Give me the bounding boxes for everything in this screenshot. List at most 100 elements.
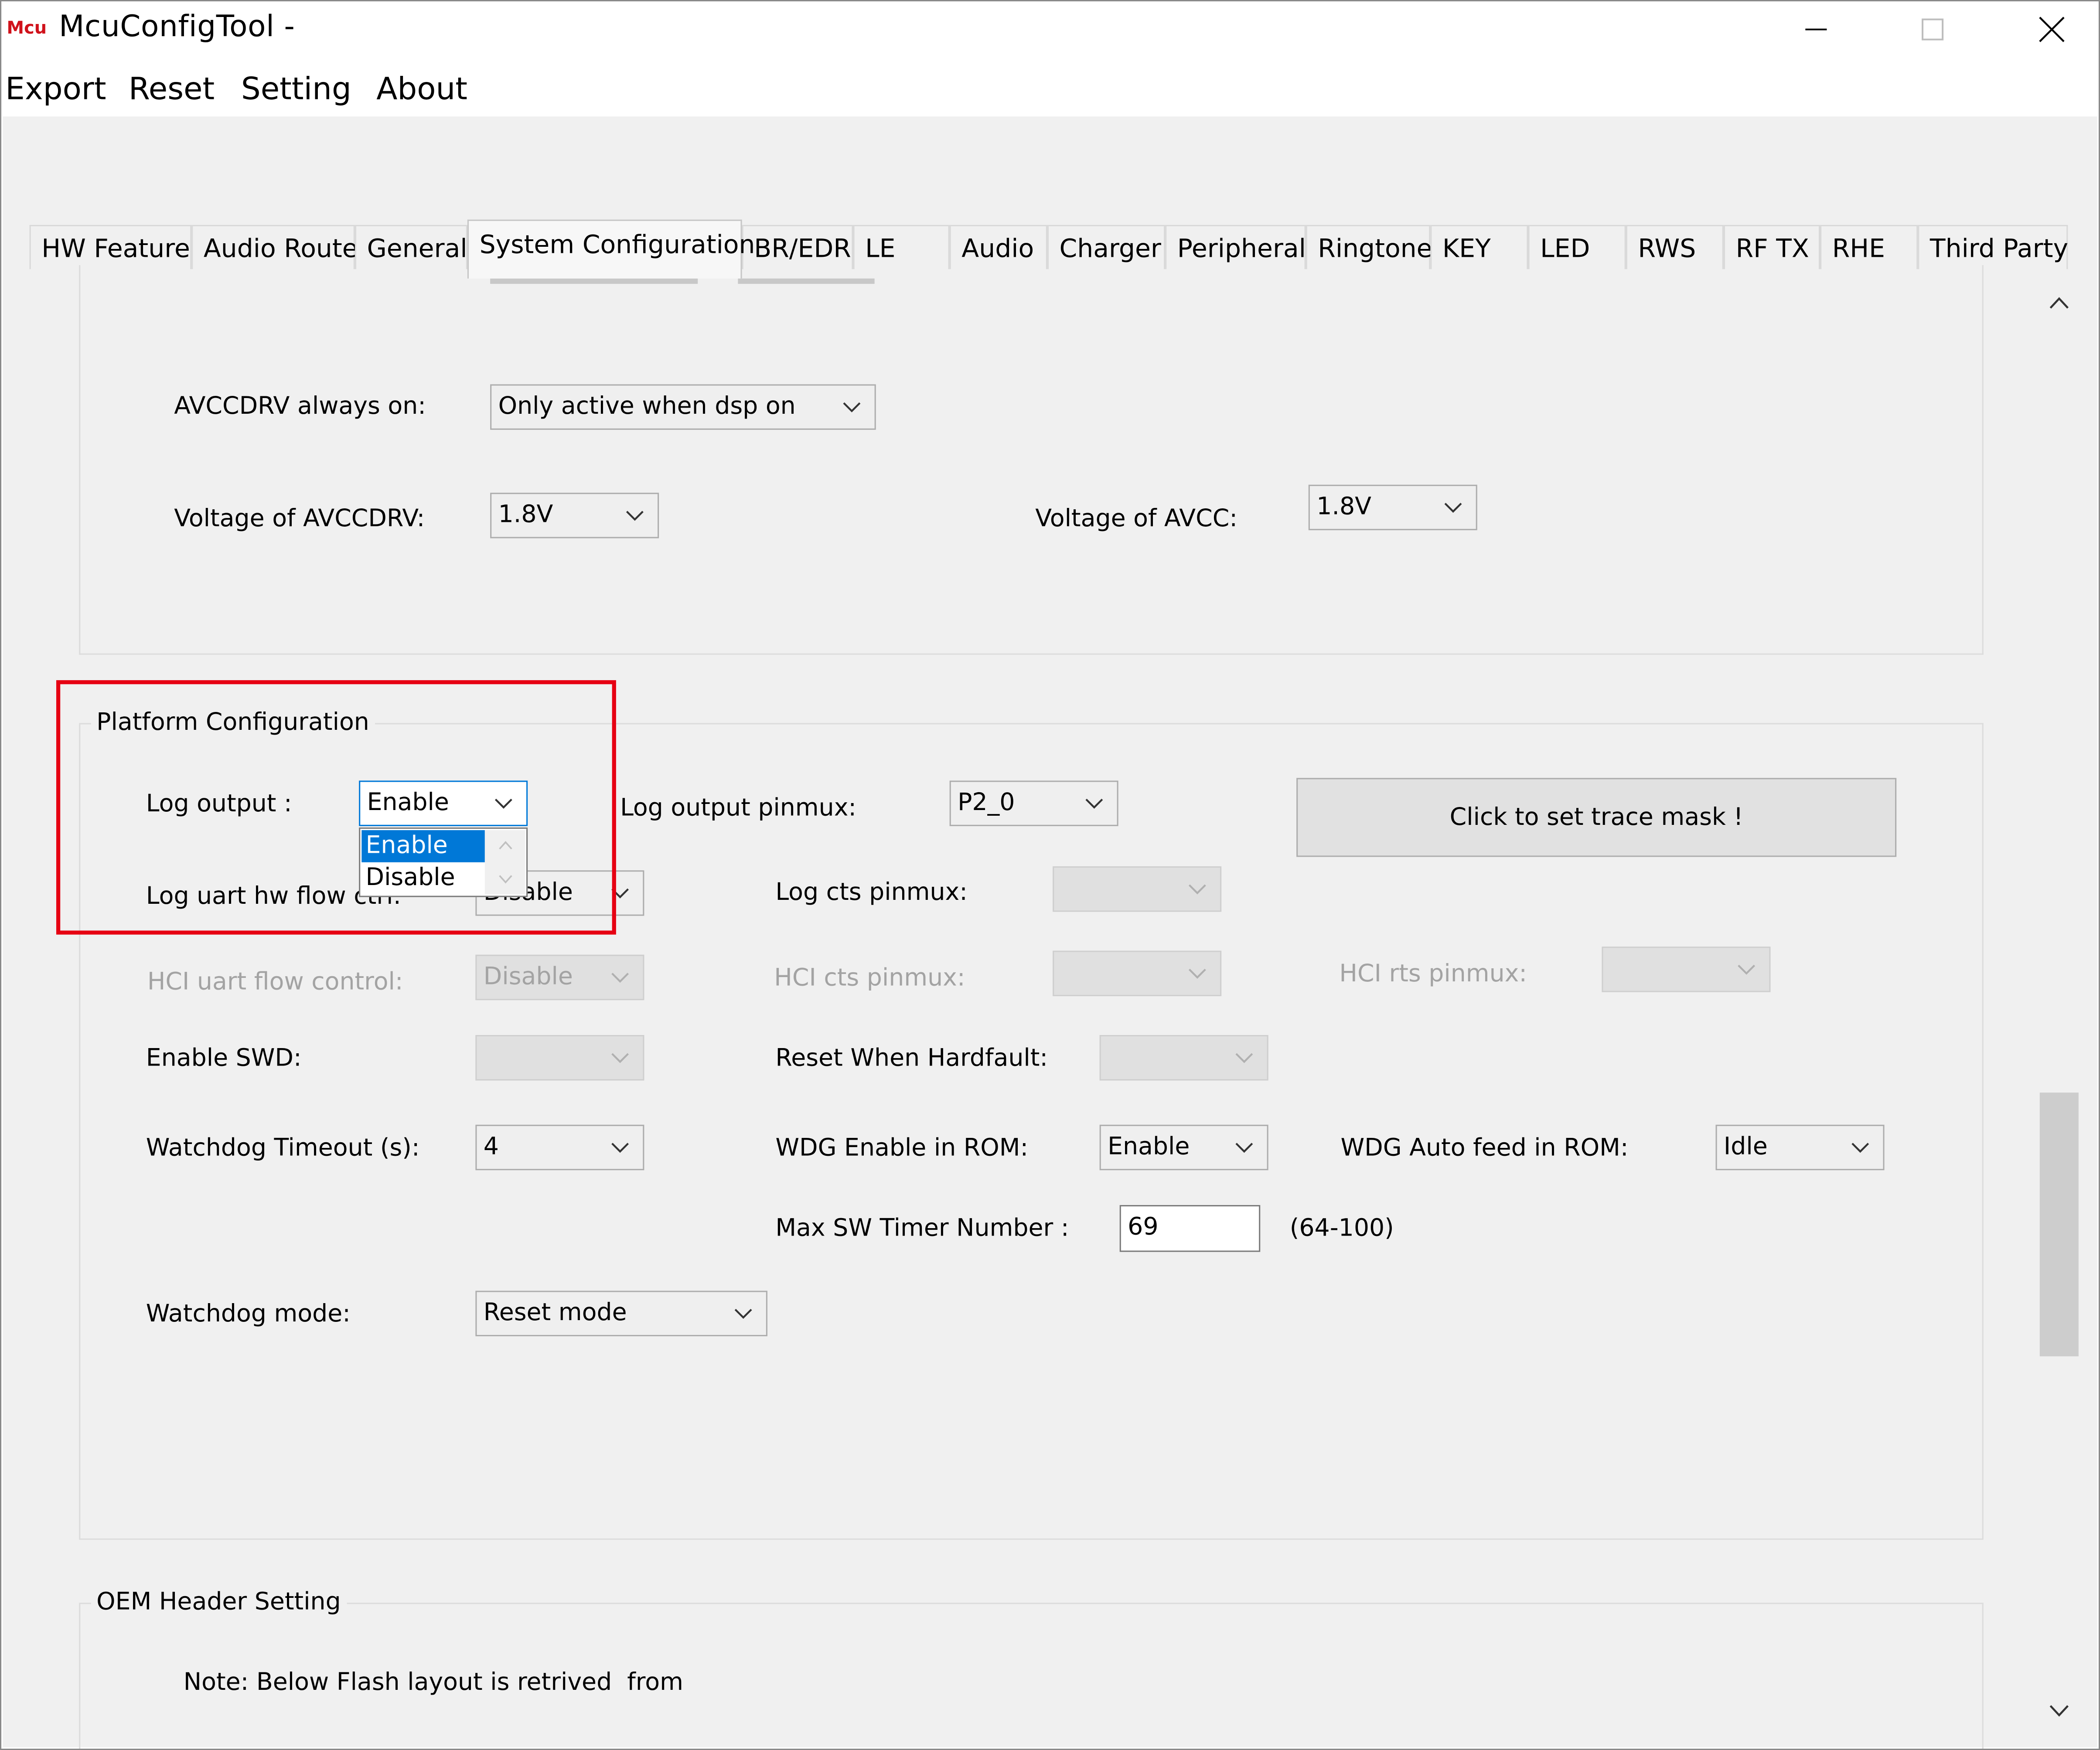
tab-hw-feature[interactable]: HW Feature — [29, 225, 192, 271]
tab-led[interactable]: LED — [1528, 225, 1626, 271]
app-logo-icon: Mcu — [7, 18, 47, 38]
chevron-down-icon — [611, 973, 629, 983]
menu-export[interactable]: Export — [5, 72, 106, 107]
chevron-down-icon — [1085, 798, 1103, 809]
hci-rts-pinmux-label: HCI rts pinmux: — [1339, 960, 1527, 988]
voltage-avcc-value: 1.8V — [1316, 493, 1372, 521]
close-icon — [2039, 17, 2065, 42]
hci-uart-flow-select[interactable]: Disable — [475, 954, 644, 1001]
menu-setting[interactable]: Setting — [241, 72, 351, 107]
log-output-option-enable[interactable]: Enable — [361, 830, 485, 862]
chevron-down-icon — [611, 1143, 629, 1153]
tab-third-party[interactable]: Third Party — [1918, 225, 2068, 271]
log-output-option-disable[interactable]: Disable — [361, 862, 485, 895]
max-sw-timer-input[interactable]: 69 — [1119, 1205, 1261, 1252]
scroll-down-arrow-icon — [499, 875, 512, 884]
wdg-enable-rom-value: Enable — [1108, 1133, 1190, 1161]
app-window: Mcu McuConfigTool - Export Reset Setting… — [0, 0, 2100, 1750]
enable-swd-select[interactable] — [475, 1035, 644, 1081]
log-output-label: Log output : — [146, 790, 292, 818]
avccdrv-always-on-value: Only active when dsp on — [498, 392, 796, 421]
chevron-down-icon — [626, 511, 644, 521]
avccdrv-always-on-label: AVCCDRV always on: — [174, 392, 426, 421]
tab-peripheral[interactable]: Peripheral — [1165, 225, 1306, 271]
log-output-pinmux-select[interactable]: P2_0 — [949, 780, 1118, 826]
watchdog-mode-label: Watchdog mode: — [146, 1300, 351, 1328]
wdg-auto-feed-select[interactable]: Idle — [1715, 1124, 1885, 1171]
tab-charger[interactable]: Charger — [1047, 225, 1166, 271]
hci-rts-pinmux-select[interactable] — [1602, 946, 1771, 992]
log-cts-pinmux-label: Log cts pinmux: — [775, 878, 968, 907]
chevron-down-icon — [1235, 1053, 1253, 1063]
oem-header-title: OEM Header Setting — [91, 1588, 347, 1616]
oem-header-note: Note: Below Flash layout is retrived fro… — [183, 1668, 684, 1697]
log-output-pinmux-value: P2_0 — [958, 788, 1015, 817]
reset-hardfault-select[interactable] — [1099, 1035, 1268, 1081]
chevron-down-icon — [734, 1309, 752, 1319]
tab-ringtone[interactable]: Ringtone — [1306, 225, 1432, 271]
chevron-down-icon — [1188, 968, 1206, 979]
tab-audio-route[interactable]: Audio Route — [191, 225, 358, 271]
menu-about[interactable]: About — [376, 72, 467, 107]
chevron-down-icon — [1444, 503, 1462, 513]
enable-swd-label: Enable SWD: — [146, 1044, 302, 1072]
voltage-avccdrv-value: 1.8V — [498, 500, 553, 529]
chevron-down-icon — [843, 402, 861, 412]
wdg-auto-feed-label: WDG Auto feed in ROM: — [1340, 1134, 1629, 1162]
tab-rf-tx[interactable]: RF TX — [1723, 225, 1820, 271]
tab-rws[interactable]: RWS — [1626, 225, 1724, 271]
vertical-scrollbar[interactable] — [2038, 281, 2079, 1734]
scroll-up-arrow-icon[interactable] — [2049, 296, 2069, 310]
max-sw-timer-range: (64-100) — [1289, 1214, 1394, 1243]
scrollbar-thumb[interactable] — [2039, 1093, 2079, 1357]
close-button[interactable] — [2022, 8, 2081, 51]
minimize-icon — [1805, 28, 1827, 31]
tab-rhe[interactable]: RHE — [1820, 225, 1918, 271]
hci-uart-flow-value: Disable — [483, 963, 573, 991]
voltage-avcc-select[interactable]: 1.8V — [1308, 484, 1477, 531]
scroll-up-arrow-icon — [499, 841, 512, 850]
reset-hardfault-label: Reset When Hardfault: — [775, 1044, 1048, 1072]
watchdog-timeout-select[interactable]: 4 — [475, 1124, 644, 1171]
hci-cts-pinmux-select[interactable] — [1053, 950, 1222, 996]
watchdog-timeout-value: 4 — [483, 1133, 499, 1161]
chevron-down-icon — [1235, 1143, 1253, 1153]
avccdrv-always-on-select[interactable]: Only active when dsp on — [490, 384, 876, 430]
chevron-down-icon — [611, 888, 629, 899]
platform-config-title: Platform Configuration — [91, 708, 375, 737]
log-output-dropdown-list: Enable Disable — [359, 827, 528, 897]
log-cts-pinmux-select[interactable] — [1053, 866, 1222, 912]
voltage-avccdrv-select[interactable]: 1.8V — [490, 493, 659, 538]
power-group-box — [79, 265, 1984, 655]
minimize-button[interactable] — [1786, 8, 1845, 51]
tab-br-edr[interactable]: BR/EDR — [742, 225, 853, 271]
trace-mask-button[interactable]: Click to set trace mask ! — [1296, 778, 1897, 857]
chevron-down-icon — [1738, 964, 1756, 975]
chevron-down-icon — [1188, 884, 1206, 895]
wdg-auto-feed-value: Idle — [1723, 1133, 1768, 1161]
chevron-down-icon — [494, 798, 512, 809]
watchdog-mode-select[interactable]: Reset mode — [475, 1290, 767, 1337]
menu-reset[interactable]: Reset — [129, 72, 215, 107]
log-output-select[interactable]: Enable — [359, 780, 528, 826]
title-bar — [0, 0, 2100, 62]
maximize-button[interactable] — [1903, 8, 1962, 51]
watchdog-timeout-label: Watchdog Timeout (s): — [146, 1134, 420, 1162]
hci-cts-pinmux-label: HCI cts pinmux: — [774, 964, 965, 992]
window-title: McuConfigTool - — [59, 10, 295, 44]
scroll-down-arrow-icon[interactable] — [2049, 1705, 2069, 1718]
wdg-enable-rom-label: WDG Enable in ROM: — [775, 1134, 1029, 1162]
voltage-avccdrv-label: Voltage of AVCCDRV: — [174, 504, 425, 533]
chevron-down-icon — [611, 1053, 629, 1063]
log-output-pinmux-label: Log output pinmux: — [620, 794, 857, 822]
tab-system-configuration[interactable]: System Configuration — [467, 219, 755, 279]
maximize-icon — [1922, 18, 1944, 41]
tab-le[interactable]: LE — [853, 225, 950, 271]
tab-audio[interactable]: Audio — [949, 225, 1047, 271]
tab-general[interactable]: General — [355, 225, 467, 271]
watchdog-mode-value: Reset mode — [483, 1299, 627, 1327]
voltage-avcc-label: Voltage of AVCC: — [1035, 504, 1238, 533]
dropdown-scrollbar[interactable] — [484, 830, 525, 895]
tab-key[interactable]: KEY — [1430, 225, 1528, 271]
wdg-enable-rom-select[interactable]: Enable — [1099, 1124, 1268, 1171]
